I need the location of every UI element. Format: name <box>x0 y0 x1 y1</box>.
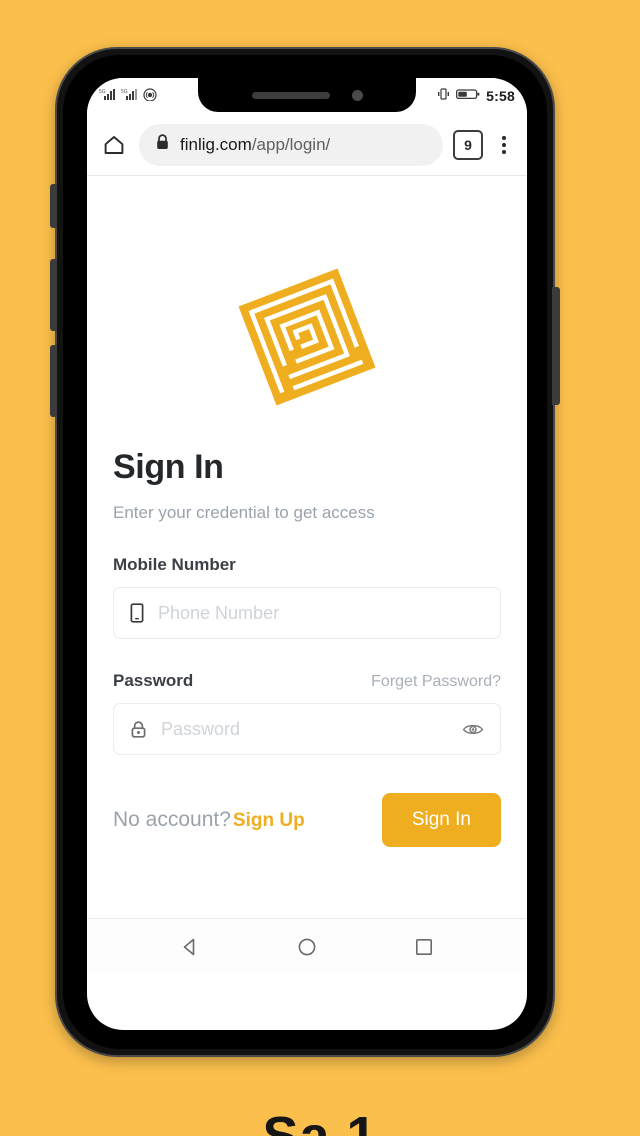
volume-down-button[interactable] <box>50 345 57 417</box>
password-label: Password <box>113 671 194 690</box>
password-field-group: Password Forget Password? Password <box>113 671 501 755</box>
speaker-grille-icon <box>251 91 330 99</box>
bottom-caption: Sa 1 <box>0 1108 640 1136</box>
vibrate-icon <box>437 87 450 106</box>
password-placeholder: Password <box>161 718 241 739</box>
volume-up-button[interactable] <box>50 259 57 331</box>
recents-square-icon[interactable] <box>413 936 435 958</box>
eye-icon[interactable] <box>462 722 484 737</box>
home-icon[interactable] <box>99 130 129 160</box>
password-label-row: Password Forget Password? <box>113 671 501 691</box>
login-footer-row: No account? Sign Up Sign In <box>113 793 501 847</box>
no-account-text: No account? <box>113 808 231 831</box>
status-bar-clock: 5:58 <box>486 88 515 104</box>
brand-logo-container <box>113 176 501 416</box>
battery-icon <box>456 87 480 106</box>
svg-text:5G: 5G <box>99 89 106 95</box>
login-page-content: Sign In Enter your credential to get acc… <box>87 176 527 974</box>
status-bar-left: 5G 5G <box>99 86 158 106</box>
overflow-menu-icon[interactable] <box>493 131 515 159</box>
browser-toolbar: finlig.com/app/login/ 9 <box>87 114 527 176</box>
signup-link[interactable]: Sign Up <box>233 810 305 831</box>
phone-screen: 5G 5G 5:58 finlig.com/app/login/ 9 Sign … <box>87 78 527 1030</box>
android-navigation-bar <box>87 918 527 974</box>
lock-icon <box>155 133 170 156</box>
page-title: Sign In <box>113 448 224 486</box>
mobile-number-field-group: Mobile Number Phone Number <box>113 555 501 639</box>
url-bar[interactable]: finlig.com/app/login/ <box>139 123 443 166</box>
signup-prompt: No account? Sign Up <box>113 808 305 832</box>
phone-number-placeholder: Phone Number <box>158 602 280 623</box>
status-bar-right: 5:58 <box>437 86 515 106</box>
wifi-hotspot-icon <box>143 87 158 106</box>
silent-switch[interactable] <box>50 184 57 228</box>
forget-password-link[interactable]: Forget Password? <box>371 673 501 691</box>
url-text: finlig.com/app/login/ <box>180 134 331 154</box>
phone-device-frame: 5G 5G 5:58 finlig.com/app/login/ 9 Sign … <box>50 47 560 1057</box>
power-button[interactable] <box>552 287 560 405</box>
mobile-number-label: Mobile Number <box>113 555 236 574</box>
signal-bars-icon: 5G <box>121 87 138 106</box>
home-circle-icon[interactable] <box>296 936 318 958</box>
front-camera-icon <box>351 89 363 101</box>
mobile-label-row: Mobile Number <box>113 555 501 575</box>
page-subtitle: Enter your credential to get access <box>113 503 375 522</box>
device-notch <box>198 78 416 112</box>
phone-number-input[interactable]: Phone Number <box>113 587 501 639</box>
tab-counter[interactable]: 9 <box>453 129 483 160</box>
svg-text:5G: 5G <box>121 89 128 95</box>
password-input[interactable]: Password <box>113 703 501 755</box>
lock-icon <box>130 720 147 739</box>
back-triangle-icon[interactable] <box>179 936 201 958</box>
signal-bars-icon: 5G <box>99 87 116 106</box>
brand-diamond-logo <box>238 268 376 406</box>
signin-submit-button[interactable]: Sign In <box>381 793 501 847</box>
mobile-phone-icon <box>130 603 144 623</box>
